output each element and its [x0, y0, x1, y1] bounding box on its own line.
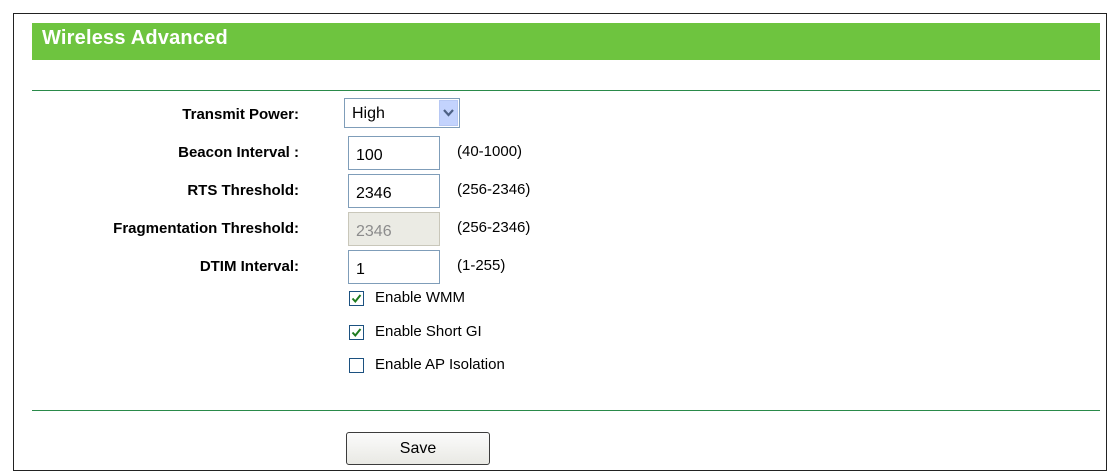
beacon-interval-label: Beacon Interval :: [178, 144, 299, 161]
transmit-power-value: High: [352, 105, 385, 122]
enable-ap-isolation-label: Enable AP Isolation: [375, 356, 505, 373]
header-bar: Wireless Advanced: [32, 23, 1100, 60]
dtim-interval-input[interactable]: [348, 250, 440, 284]
rts-threshold-range: (256-2346): [457, 181, 531, 198]
bottom-divider: [32, 410, 1100, 411]
checkmark-icon: [351, 294, 362, 304]
enable-short-gi-checkbox[interactable]: [349, 325, 364, 340]
dropdown-button[interactable]: [439, 100, 458, 126]
wireless-advanced-panel: Wireless Advanced Transmit Power: High B…: [13, 13, 1107, 471]
beacon-interval-input[interactable]: [348, 136, 440, 170]
page-title: Wireless Advanced: [42, 27, 228, 49]
enable-wmm-checkbox[interactable]: [349, 291, 364, 306]
enable-wmm-label: Enable WMM: [375, 289, 466, 306]
fragmentation-threshold-range: (256-2346): [457, 219, 531, 236]
dtim-interval-range: (1-255): [457, 257, 506, 274]
save-button[interactable]: Save: [346, 432, 490, 465]
rts-threshold-label: RTS Threshold:: [187, 182, 299, 199]
dtim-interval-label: DTIM Interval:: [199, 258, 299, 275]
rts-threshold-input[interactable]: [348, 174, 440, 208]
beacon-interval-range: (40-1000): [457, 143, 523, 160]
top-divider: [32, 90, 1100, 91]
chevron-down-icon: [443, 109, 454, 117]
fragmentation-threshold-label: Fragmentation Threshold:: [113, 220, 299, 237]
enable-short-gi-label: Enable Short GI: [375, 323, 482, 340]
transmit-power-select[interactable]: High: [344, 98, 460, 128]
transmit-power-label: Transmit Power:: [182, 106, 299, 123]
fragmentation-threshold-input: [348, 212, 440, 246]
checkmark-icon: [351, 328, 362, 338]
enable-ap-isolation-checkbox[interactable]: [349, 358, 364, 373]
